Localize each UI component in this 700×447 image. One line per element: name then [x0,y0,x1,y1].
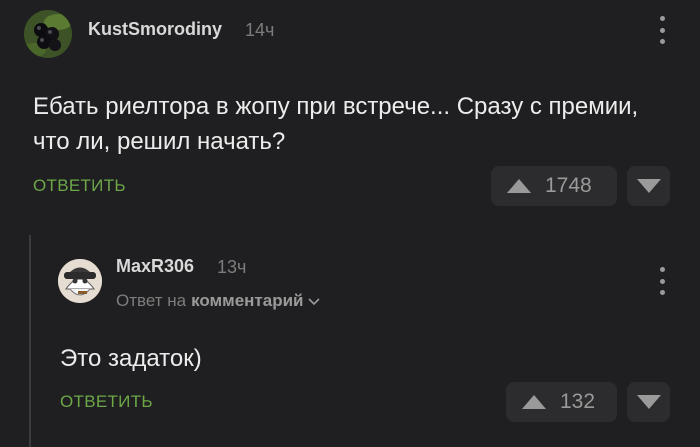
author-name[interactable]: MaxR306 [116,256,194,277]
triangle-up-icon [507,179,531,193]
avatar[interactable] [58,259,102,303]
reply-target[interactable]: комментарий [191,291,303,311]
kebab-menu-icon[interactable] [657,16,667,44]
chevron-down-icon [308,298,321,306]
triangle-up-icon [522,395,546,409]
reply-button[interactable]: ОТВЕТИТЬ [60,392,153,412]
comment-text: Ебать риелтора в жопу при встрече... Сра… [33,93,639,155]
downvote-button[interactable] [627,166,670,206]
score: 132 [560,390,596,413]
reply-prefix: Ответ на [116,291,187,310]
upvote-button[interactable]: 1748 [491,166,617,206]
comment: MaxR306 13ч Ответ на комментарий Это зад… [0,235,700,447]
triangle-down-icon [636,179,661,193]
comment-text: Это задаток) [60,345,202,372]
kebab-menu-icon[interactable] [657,267,667,295]
comment-time: 13ч [217,257,247,277]
score: 1748 [545,174,592,197]
reply-to-link[interactable]: Ответ на комментарий [116,291,321,311]
comment: KustSmorodiny 14ч Ебать риелтора в жопу … [0,0,700,235]
comment-time: 14ч [245,20,275,40]
upvote-button[interactable]: 132 [506,382,617,422]
triangle-down-icon [636,395,661,409]
author-name[interactable]: KustSmorodiny [88,19,222,40]
reply-button[interactable]: ОТВЕТИТЬ [33,176,126,196]
avatar[interactable] [24,10,72,58]
downvote-button[interactable] [627,382,670,422]
